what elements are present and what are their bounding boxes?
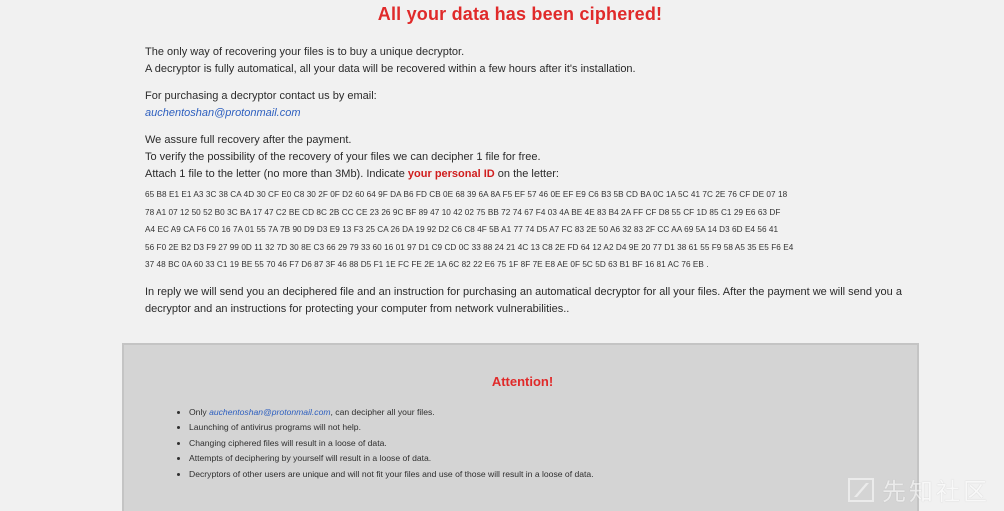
attention-item-1-pre: Only [189,407,210,417]
attention-item: Attempts of deciphering by yourself will… [189,451,889,466]
attention-email-link[interactable]: auchentoshan@protonmail.com [209,407,330,417]
assurance-line-1: We assure full recovery after the paymen… [145,134,352,146]
attention-item: Changing ciphered files will result in a… [189,436,889,451]
watermark: 先知社区 [846,472,990,507]
attention-box: Attention! Only auchentoshan@protonmail.… [122,343,919,511]
intro-line-1: The only way of recovering your files is… [145,46,465,58]
attention-item: Only auchentoshan@protonmail.com, can de… [189,405,889,420]
contact-email-link[interactable]: auchentoshan@protonmail.com [145,107,300,119]
watermark-text: 先知社区 [882,478,990,506]
note-body: The only way of recovering your files is… [145,44,925,328]
personal-id-line: 78 A1 07 12 50 52 B0 3C BA 17 47 C2 BE C… [145,207,781,217]
assurance-line-3-post: on the letter: [494,168,559,180]
attention-item-1-post: , can decipher all your files. [330,407,435,417]
personal-id-line: 65 B8 E1 E1 A3 3C 38 CA 4D 30 CF E0 C8 3… [145,190,788,199]
personal-id-line: 56 F0 2E B2 D3 F9 27 99 0D 11 32 7D 30 8… [145,242,794,252]
assurance-line-2: To verify the possibility of the recover… [145,151,541,163]
ransom-note-page: All your data has been ciphered! The onl… [0,0,1004,511]
attention-title: Attention! [491,374,554,389]
page-title: All your data has been ciphered! [377,4,663,24]
attention-list: Only auchentoshan@protonmail.com, can de… [175,405,889,482]
personal-id-block: 65 B8 E1 E1 A3 3C 38 CA 4D 30 CF E0 C8 3… [145,186,925,274]
assurance-line-3-pre: Attach 1 file to the letter (no more tha… [145,168,408,180]
contact-label: For purchasing a decryptor contact us by… [145,90,377,102]
attention-item: Decryptors of other users are unique and… [189,467,889,482]
xianzhi-logo-icon [848,477,874,502]
reply-paragraph: In reply we will send you an deciphered … [145,285,902,315]
intro-paragraph: The only way of recovering your files is… [145,44,925,78]
personal-id-line: A4 EC A9 CA F6 C0 16 7A 01 55 7A 7B 90 D… [145,225,779,234]
contact-paragraph: For purchasing a decryptor contact us by… [145,88,925,122]
assurance-paragraph: We assure full recovery after the paymen… [145,132,925,183]
intro-line-2: A decryptor is fully automatical, all yo… [145,63,636,75]
personal-id-line: 37 48 BC 0A 60 33 C1 19 BE 55 70 46 F7 D… [145,260,709,269]
personal-id-highlight: your personal ID [407,168,495,180]
attention-item: Launching of antivirus programs will not… [189,420,889,435]
